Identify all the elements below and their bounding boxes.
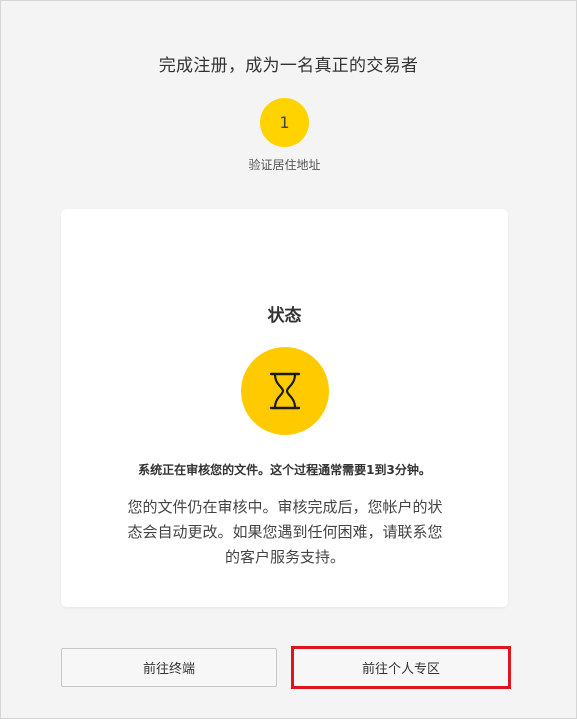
personal-area-button[interactable]: 前往个人专区	[293, 648, 509, 687]
status-headline: 系统正在审核您的文件。这个过程通常需要1到3分钟。	[138, 463, 431, 477]
step-number: 1	[279, 113, 290, 132]
step-label: 验证居住地址	[248, 158, 321, 172]
terminal-button-label: 前往终端	[142, 662, 195, 677]
step-indicator: 1	[260, 98, 309, 147]
page-title: 完成注册，成为一名真正的交易者	[158, 56, 419, 76]
status-icon-circle	[241, 347, 329, 435]
status-body: 您的文件仍在审核中。审核完成后，您帐户的状态会自动更改。如果您遇到任何困难，请联…	[127, 498, 443, 566]
personal-area-button-label: 前往个人专区	[361, 662, 440, 677]
status-card: 状态 系统正在审核您的文件。这个过程通常需要1到3分钟。 您的文件仍在审核中。审…	[61, 209, 508, 607]
page-frame: 完成注册，成为一名真正的交易者 1 验证居住地址 状态 系统正在审核您的文件。这…	[0, 0, 577, 719]
status-title: 状态	[267, 306, 302, 326]
hourglass-icon	[269, 372, 301, 410]
terminal-button[interactable]: 前往终端	[61, 648, 277, 687]
